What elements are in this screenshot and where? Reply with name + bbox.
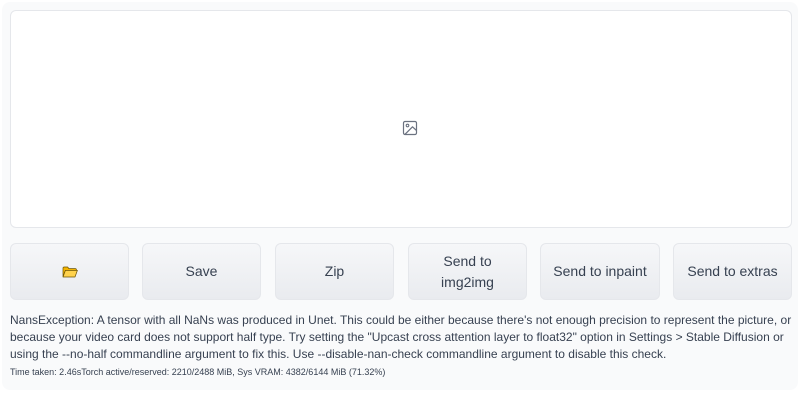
send-to-extras-label: Send to extras <box>687 263 778 279</box>
send-to-extras-button[interactable]: Send to extras <box>673 243 792 300</box>
save-button-label: Save <box>185 263 218 279</box>
send-to-img2img-label: Send to img2img <box>441 252 494 290</box>
send-to-inpaint-label: Send to inpaint <box>553 263 647 279</box>
save-button[interactable]: Save <box>142 243 261 300</box>
zip-button[interactable]: Zip <box>275 243 394 300</box>
error-message: NansException: A tensor with all NaNs wa… <box>10 313 792 361</box>
image-placeholder-icon <box>402 120 418 136</box>
action-button-row: Save Zip Send to img2img Send to inpaint… <box>10 243 792 300</box>
image-gallery[interactable] <box>10 10 792 228</box>
send-to-inpaint-button[interactable]: Send to inpaint <box>540 243 660 300</box>
folder-icon <box>62 266 78 277</box>
send-to-img2img-button[interactable]: Send to img2img <box>408 243 527 300</box>
open-folder-button[interactable] <box>10 243 129 300</box>
zip-button-label: Zip <box>324 263 345 279</box>
output-panel: Save Zip Send to img2img Send to inpaint… <box>2 2 798 390</box>
timing-info: Time taken: 2.46sTorch active/reserved: … <box>10 367 386 377</box>
